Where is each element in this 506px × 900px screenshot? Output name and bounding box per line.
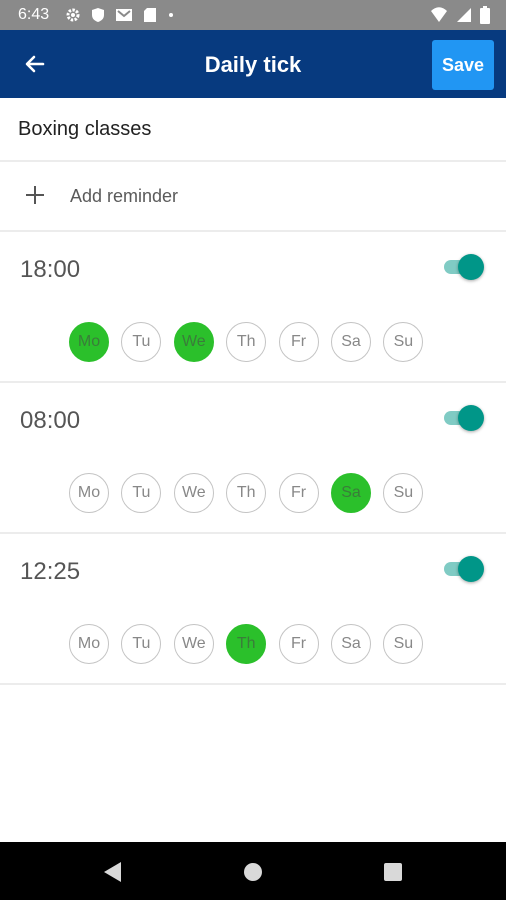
gmail-icon xyxy=(116,9,133,21)
battery-icon xyxy=(480,6,490,24)
reminder-toggle[interactable] xyxy=(444,556,486,582)
add-reminder-label: Add reminder xyxy=(70,186,179,206)
dot-icon xyxy=(169,13,174,17)
habit-name-value[interactable]: Boxing classes xyxy=(18,118,151,141)
day-toggle-sa[interactable]: Sa xyxy=(331,473,371,513)
divider xyxy=(0,683,506,685)
day-toggle-su[interactable]: Su xyxy=(383,473,424,513)
nav-back-icon[interactable] xyxy=(100,859,126,885)
wifi-icon xyxy=(431,7,447,22)
day-toggle-th[interactable]: Th xyxy=(226,624,267,664)
nav-recents-icon[interactable] xyxy=(380,859,406,885)
signal-icon xyxy=(457,8,471,22)
day-toggle-fr[interactable]: Fr xyxy=(278,473,319,513)
day-toggle-sa[interactable]: Sa xyxy=(331,322,371,362)
habit-name-field[interactable]: Boxing classes xyxy=(14,104,494,161)
day-toggle-su[interactable]: Su xyxy=(383,322,424,362)
status-time: 6:43 xyxy=(18,6,50,23)
day-toggle-mo[interactable]: Mo xyxy=(69,473,109,513)
day-toggle-th[interactable]: Th xyxy=(226,322,267,362)
add-reminder-button[interactable]: Add reminder xyxy=(0,162,506,230)
reminder-toggle[interactable] xyxy=(444,405,486,431)
day-toggle-we[interactable]: We xyxy=(173,624,214,664)
day-toggle-tu[interactable]: Tu xyxy=(121,473,162,513)
reminder-card: 08:00 Mo Tu We Th Fr Sa Su xyxy=(0,383,506,533)
sd-card-icon xyxy=(144,8,157,22)
day-toggle-we[interactable]: We xyxy=(173,322,214,362)
plus-icon xyxy=(26,186,44,204)
day-toggle-fr[interactable]: Fr xyxy=(278,624,319,664)
day-toggle-su[interactable]: Su xyxy=(383,624,424,664)
navigation-bar xyxy=(0,842,506,900)
status-bar: 6:43 xyxy=(0,0,506,30)
day-toggle-sa[interactable]: Sa xyxy=(331,624,371,664)
status-system-icons xyxy=(430,6,490,24)
day-toggle-mo[interactable]: Mo xyxy=(69,322,109,362)
nav-home-icon[interactable] xyxy=(240,859,266,885)
reminder-time[interactable]: 18:00 xyxy=(20,256,80,284)
status-notification-icons xyxy=(65,7,175,23)
day-toggle-we[interactable]: We xyxy=(173,473,214,513)
day-toggle-fr[interactable]: Fr xyxy=(278,322,319,362)
day-toggle-tu[interactable]: Tu xyxy=(121,322,162,362)
page-title: Daily tick xyxy=(204,52,302,77)
reminder-toggle[interactable] xyxy=(444,254,486,280)
day-toggle-tu[interactable]: Tu xyxy=(121,624,162,664)
app-bar: Daily tick Save xyxy=(0,30,506,98)
toggle-thumb xyxy=(458,556,484,582)
toggle-thumb xyxy=(458,254,484,280)
reminder-time[interactable]: 12:25 xyxy=(20,558,80,586)
reminder-card: 12:25 Mo Tu We Th Fr Sa Su xyxy=(0,534,506,684)
reminder-card: 18:00 Mo Tu We Th Fr Sa Su xyxy=(0,232,506,382)
toggle-thumb xyxy=(458,405,484,431)
day-toggle-mo[interactable]: Mo xyxy=(69,624,109,664)
reminder-time[interactable]: 08:00 xyxy=(20,407,80,435)
save-button[interactable]: Save xyxy=(432,40,494,90)
shield-icon xyxy=(92,8,105,22)
gear-icon xyxy=(66,8,80,22)
day-toggle-th[interactable]: Th xyxy=(226,473,267,513)
